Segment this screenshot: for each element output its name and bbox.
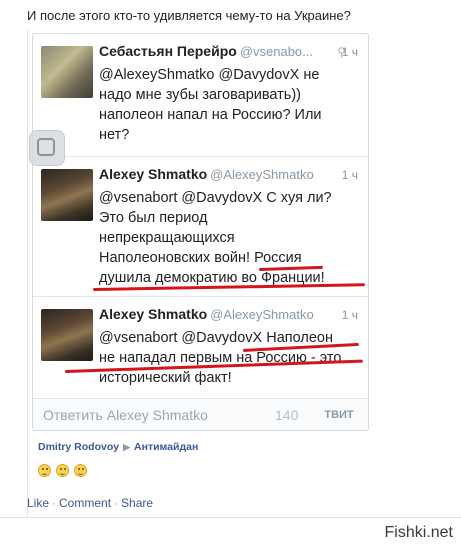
triangle-right-icon: ▶ — [123, 442, 131, 452]
post-text: И после этого кто-то удивляется чему-то … — [27, 8, 351, 23]
post-actions: Like · Comment · Share — [27, 496, 154, 510]
group-breadcrumb: Dmitry Rodovoy ▶ Антимайдан — [38, 441, 198, 453]
tweet: Alexey Shmatko @AlexeyShmatko 1 ч @vsenab… — [33, 296, 368, 399]
thread-line — [27, 30, 28, 517]
author-name[interactable]: Alexey Shmatko @AlexeyShmatko — [99, 166, 314, 182]
author-name[interactable]: Себастьян Перейро @vsenabo... — [99, 43, 313, 59]
smile-icon — [56, 464, 69, 477]
author-name[interactable]: Alexey Shmatko @AlexeyShmatko — [99, 306, 314, 322]
tweet-time: 1 ч — [341, 45, 358, 59]
watermark: Fishki.net — [384, 524, 453, 541]
tweet-time: 1 ч — [341, 168, 358, 182]
smile-icon — [38, 464, 51, 477]
emoji-row — [38, 464, 87, 477]
reply-input[interactable]: Ответить Alexey Shmatko — [43, 407, 208, 423]
author-handle: @vsenabo... — [239, 44, 313, 59]
tweet-body: @vsenabort @DavydovX С хуя ли? Это был п… — [99, 190, 332, 286]
char-count: 140 — [275, 407, 299, 423]
reply-bar: Ответить Alexey Shmatko 140 ТВИТ — [33, 398, 368, 430]
tweet-time: 1 ч — [341, 308, 358, 322]
smile-icon — [74, 464, 87, 477]
tweet-body: @AlexeyShmatko @DavydovX не надо мне зуб… — [99, 67, 322, 143]
divider — [0, 517, 461, 518]
author-link[interactable]: Dmitry Rodovoy — [38, 441, 119, 453]
avatar[interactable] — [41, 46, 93, 98]
tweet: Себастьян Перейро @vsenabo... ⚲ 1 ч @Alex… — [33, 34, 368, 156]
author-handle: @AlexeyShmatko — [210, 307, 314, 322]
comment-link[interactable]: Comment — [59, 496, 111, 510]
share-link[interactable]: Share — [121, 496, 153, 510]
checkbox-overlay-button[interactable] — [29, 130, 65, 166]
group-link[interactable]: Антимайдан — [134, 441, 198, 453]
tweet-body: @vsenabort @DavydovX Наполеон не нападал… — [99, 330, 342, 386]
checkbox-icon — [37, 138, 55, 156]
like-link[interactable]: Like — [27, 496, 49, 510]
tweet-button[interactable]: ТВИТ — [317, 405, 361, 425]
author-handle: @AlexeyShmatko — [210, 167, 314, 182]
avatar[interactable] — [41, 169, 93, 221]
screenshot-image[interactable]: Себастьян Перейро @vsenabo... ⚲ 1 ч @Alex… — [32, 33, 369, 431]
avatar[interactable] — [41, 309, 93, 361]
tweet: Alexey Shmatko @AlexeyShmatko 1 ч @vsenab… — [33, 156, 368, 297]
